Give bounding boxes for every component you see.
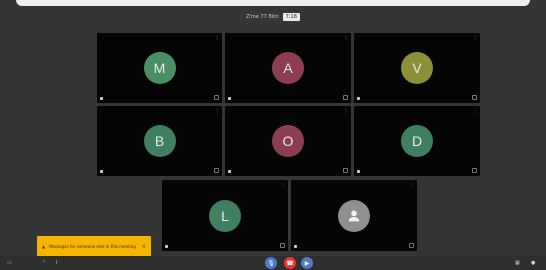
top-window-strip bbox=[16, 0, 530, 6]
more-options-icon[interactable]: ⋮ bbox=[473, 36, 477, 40]
phone-end-icon: ☎ bbox=[286, 259, 294, 267]
settings-icon[interactable]: ● bbox=[531, 260, 535, 266]
tile-expand-icon[interactable] bbox=[472, 95, 477, 100]
tile-expand-icon[interactable] bbox=[214, 168, 219, 173]
participant-tile-1[interactable]: M ⋮ bbox=[97, 33, 222, 103]
default-user-avatar bbox=[338, 199, 370, 232]
participant-tile-6[interactable]: D ⋮ bbox=[354, 106, 480, 176]
call-controls-bar: ▭ ⌃ i 🎙 ☎ ▶ ▦ ● bbox=[0, 256, 546, 270]
more-options-icon[interactable]: ⋮ bbox=[410, 183, 414, 187]
more-options-icon[interactable]: ⋮ bbox=[215, 36, 219, 40]
participant-avatar-2: A bbox=[272, 52, 304, 84]
mic-status-icon bbox=[357, 97, 360, 100]
participant-avatar-1: M bbox=[143, 52, 176, 84]
mic-status-icon bbox=[165, 245, 168, 248]
mic-status-icon bbox=[228, 170, 231, 173]
tile-expand-icon[interactable] bbox=[472, 168, 477, 173]
toast-message: Messages for someone else in this meetin… bbox=[49, 244, 136, 249]
tile-expand-icon[interactable] bbox=[280, 243, 285, 248]
mic-button[interactable]: 🎙 bbox=[265, 257, 277, 269]
captions-icon[interactable]: ▭ bbox=[7, 260, 12, 266]
meeting-title: Z'me 77 Bitri bbox=[246, 14, 279, 20]
more-options-icon[interactable]: ⋮ bbox=[344, 109, 348, 113]
participant-avatar-4: B bbox=[143, 125, 176, 157]
participant-avatar-3: V bbox=[401, 52, 433, 84]
participant-tile-4[interactable]: B ⋮ bbox=[97, 106, 222, 176]
tile-expand-icon[interactable] bbox=[214, 95, 219, 100]
participant-tile-7[interactable]: L ⋮ bbox=[162, 180, 288, 251]
mic-status-icon bbox=[357, 170, 360, 173]
participant-tile-5[interactable]: O ⋮ bbox=[225, 106, 351, 176]
grid-icon[interactable]: ▦ bbox=[515, 260, 520, 266]
meeting-header: Z'me 77 Bitri 7:18 bbox=[0, 10, 546, 24]
participant-tile-8[interactable]: ⋮ bbox=[291, 180, 417, 251]
participant-tile-3[interactable]: V ⋮ bbox=[354, 33, 480, 103]
info-icon[interactable]: i bbox=[56, 260, 57, 266]
mic-status-icon bbox=[228, 97, 231, 100]
tile-expand-icon[interactable] bbox=[409, 243, 414, 248]
video-call-screen: Z'me 77 Bitri 7:18 M ⋮ A ⋮ V ⋮ B ⋮ O ⋮ D… bbox=[0, 0, 546, 270]
mic-status-icon bbox=[294, 245, 297, 248]
participant-avatar-7: L bbox=[209, 199, 241, 232]
chevron-up-icon[interactable]: ⌃ bbox=[42, 260, 46, 266]
more-options-icon[interactable]: ⋮ bbox=[473, 109, 477, 113]
person-icon bbox=[348, 210, 360, 221]
notification-toast[interactable]: ▲ Messages for someone else in this meet… bbox=[37, 236, 151, 257]
mic-status-icon bbox=[100, 170, 103, 173]
participant-avatar-6: D bbox=[401, 125, 433, 157]
end-call-button[interactable]: ☎ bbox=[284, 257, 296, 269]
tile-expand-icon[interactable] bbox=[343, 95, 348, 100]
mic-icon: 🎙 bbox=[267, 259, 275, 267]
camera-button[interactable]: ▶ bbox=[301, 257, 313, 269]
more-options-icon[interactable]: ⋮ bbox=[344, 36, 348, 40]
close-icon[interactable]: × bbox=[142, 244, 146, 250]
participant-tile-2[interactable]: A ⋮ bbox=[225, 33, 351, 103]
meeting-time-badge: 7:18 bbox=[282, 13, 300, 21]
warning-icon: ▲ bbox=[42, 244, 46, 249]
more-options-icon[interactable]: ⋮ bbox=[215, 109, 219, 113]
participant-avatar-5: O bbox=[272, 125, 304, 157]
tile-expand-icon[interactable] bbox=[343, 168, 348, 173]
camera-icon: ▶ bbox=[304, 259, 310, 267]
mic-status-icon bbox=[100, 97, 103, 100]
more-options-icon[interactable]: ⋮ bbox=[281, 183, 285, 187]
